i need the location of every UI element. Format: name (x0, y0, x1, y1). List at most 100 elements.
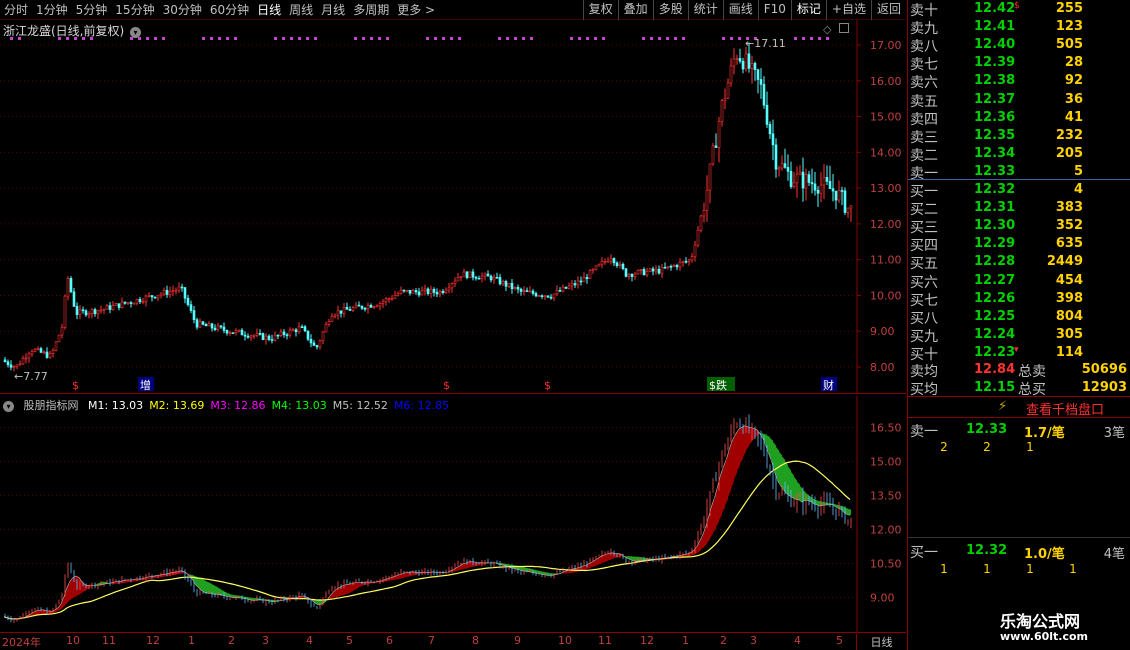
indicator-chart-pane[interactable]: 16.50 15.00 13.50 12.00 10.50 9.00 ▾ 股朋指标网 M1… (0, 396, 906, 632)
low-price-marker: ←7.77 (14, 370, 48, 383)
sell-level-row[interactable]: 卖十 12.42 255 $ (908, 0, 1130, 19)
buy-level-row[interactable]: 买九 12.24 305 (908, 326, 1130, 345)
candle-body (564, 286, 568, 289)
price-tick-label: 11.00 (870, 254, 902, 267)
period-tab[interactable]: 月线 (321, 2, 345, 18)
indicator-candles (4, 414, 852, 623)
candle-body (615, 262, 619, 266)
candle-body (387, 298, 391, 300)
event-marker[interactable]: $ (443, 379, 450, 392)
signal-dot (218, 37, 221, 40)
candle-body (702, 210, 706, 217)
event-marker[interactable]: $ (544, 379, 551, 392)
period-tab[interactable]: 5分钟 (76, 2, 108, 18)
price-chart-pane[interactable]: 17.00 16.00 15.00 14.00 13.00 12.00 11.00 10.00… (0, 20, 906, 394)
sell-level-volume: 123 (1055, 19, 1083, 35)
buy-level-row[interactable]: 买十 12.23 114 ▾ (908, 344, 1130, 363)
sell-level-row[interactable]: 卖七 12.39 28 (908, 54, 1130, 73)
signal-dot (602, 37, 605, 40)
sell-level-row[interactable]: 卖二 12.34 205 (908, 145, 1130, 164)
tool-button[interactable]: 画线 (722, 0, 758, 20)
sell-level-row[interactable]: 卖三 12.35 232 (908, 127, 1130, 146)
indicator-chart-canvas[interactable]: 16.50 15.00 13.50 12.00 10.50 9.00 (0, 396, 906, 632)
candle-body (87, 313, 91, 316)
candle-body (357, 304, 361, 307)
sell-level-price: 12.41 (974, 19, 1016, 35)
buy-level-row[interactable]: 买七 12.26 398 (908, 290, 1130, 309)
sell-level-label: 卖二 (910, 147, 938, 164)
indicator-dropdown-icon[interactable]: ▾ (3, 401, 14, 412)
candle-body (663, 266, 667, 269)
buy-level-volume: 4 (1073, 182, 1083, 197)
price-chart-canvas[interactable]: 17.00 16.00 15.00 14.00 13.00 12.00 11.00 10.00… (0, 20, 906, 394)
sell-level-row[interactable]: 卖八 12.40 505 (908, 36, 1130, 55)
buy-queue-count: 4笔 (1103, 547, 1125, 562)
candle-body (612, 258, 616, 264)
buy-level-row[interactable]: 买二 12.31 383 (908, 199, 1130, 218)
view-level2-button[interactable]: ⚡ 查看千档盘口 (908, 396, 1130, 418)
tool-button[interactable]: 返回 (870, 0, 906, 20)
buy-queue-values: 1 1 1 1 (908, 562, 1130, 578)
buy-level-row[interactable]: 买五 12.28 2449 (908, 253, 1130, 273)
event-marker[interactable]: $跌 (709, 378, 727, 392)
candle-body (333, 314, 337, 317)
tool-button[interactable]: 复权 (582, 0, 618, 20)
stock-title-text: 浙江龙盛(日线,前复权) (3, 24, 125, 38)
period-tab[interactable]: 周线 (289, 2, 313, 18)
period-tab[interactable]: 30分钟 (163, 2, 202, 18)
event-marker[interactable]: $ (72, 379, 79, 392)
sell-level-label: 卖九 (910, 21, 938, 38)
tool-button[interactable]: 标记 (790, 0, 826, 20)
period-tab[interactable]: 更多 > (397, 2, 435, 18)
sell-level-row[interactable]: 卖六 12.38 92 (908, 72, 1130, 91)
candle-body (300, 326, 304, 329)
period-tab[interactable]: 60分钟 (210, 2, 249, 18)
signal-dot (594, 37, 597, 40)
period-tab[interactable]: 分时 (4, 2, 28, 18)
buy-level-label: 买五 (910, 256, 938, 273)
candle-body (156, 295, 160, 299)
tool-button[interactable]: F10 (757, 0, 791, 20)
buy-level-row[interactable]: 买六 12.27 454 (908, 272, 1130, 291)
event-marker[interactable]: 财 (823, 378, 834, 392)
period-tab[interactable]: 多周期 (353, 2, 389, 18)
sell-level-price: 12.33 (974, 163, 1016, 179)
event-marker[interactable]: 增 (140, 378, 151, 392)
tool-button[interactable]: 统计 (687, 0, 723, 20)
date-axis-label: 2024年 (2, 636, 41, 649)
candle-body (744, 53, 748, 70)
maximize-icon[interactable] (838, 23, 849, 33)
period-tab[interactable]: 15分钟 (115, 2, 154, 18)
candle-body (759, 79, 763, 85)
candle-body (342, 307, 346, 314)
sell-level-row[interactable]: 卖五 12.37 36 (908, 91, 1130, 110)
sell-level-row[interactable]: 卖九 12.41 123 (908, 18, 1130, 38)
candle-body (558, 290, 562, 292)
sell-level-row[interactable]: 卖四 12.36 41 (908, 109, 1130, 128)
buy-level-volume: 804 (1055, 308, 1083, 324)
buy-level-row[interactable]: 买三 12.30 352 (908, 217, 1130, 236)
buy-level-row[interactable]: 买四 12.29 635 (908, 235, 1130, 254)
period-tab[interactable]: 日线 (257, 2, 281, 18)
sell-level-row[interactable]: 卖一 12.33 5 (908, 163, 1130, 182)
diamond-icon[interactable]: ◇ (823, 23, 831, 36)
candle-body (51, 349, 55, 354)
tool-button[interactable]: 多股 (652, 0, 688, 20)
candle-body (741, 60, 745, 70)
sell-level-price: 12.40 (974, 37, 1016, 53)
title-dropdown-icon[interactable]: ▾ (130, 27, 142, 38)
period-label[interactable]: 日线 (856, 634, 906, 650)
candle-body (546, 295, 550, 298)
candle-body (789, 170, 793, 187)
tool-button[interactable]: 叠加 (617, 0, 653, 20)
buy-level-row[interactable]: 买八 12.25 804 (908, 308, 1130, 327)
buy-level-row[interactable]: 买一 12.32 4 (908, 181, 1130, 200)
candle-body (489, 275, 493, 281)
candle-body (660, 266, 664, 274)
candle-body (354, 304, 358, 309)
candle-body (21, 357, 25, 365)
tool-button[interactable]: +自选 (825, 0, 871, 20)
signal-dot (290, 37, 293, 40)
candle-body (84, 310, 88, 316)
period-tab[interactable]: 1分钟 (36, 2, 68, 18)
